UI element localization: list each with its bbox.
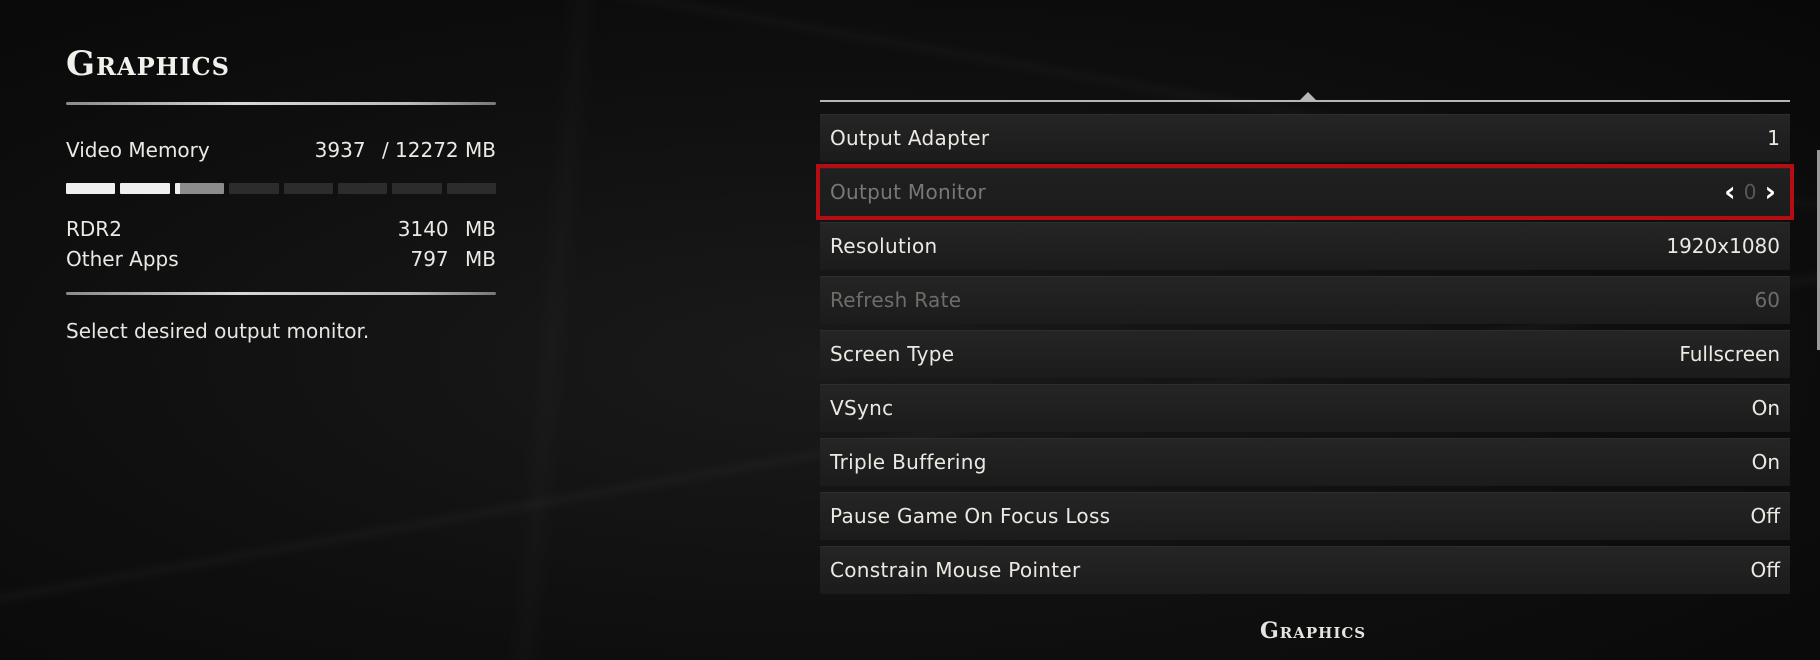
setting-output-monitor[interactable]: Output Monitor ‹ 0 › [816, 164, 1794, 220]
setting-pause-game-on-focus-loss[interactable]: Pause Game On Focus Loss Off [820, 492, 1790, 540]
rdr2-memory-row: RDR2 3140 MB [66, 214, 496, 244]
video-memory-bar [66, 183, 496, 194]
other-apps-values: 797 MB [400, 244, 496, 274]
memory-bar-segment [446, 183, 496, 194]
setting-resolution[interactable]: Resolution 1920x1080 [820, 222, 1790, 270]
divider [66, 292, 496, 295]
memory-bar-segment [174, 183, 225, 194]
setting-value: Fullscreen [1679, 342, 1780, 366]
other-apps-label: Other Apps [66, 247, 179, 271]
rdr2-values: 3140 MB [388, 214, 496, 244]
setting-label: Output Monitor [830, 180, 987, 204]
chevron-left-icon[interactable]: ‹ [1720, 178, 1740, 206]
help-text: Select desired output monitor. [66, 319, 370, 343]
memory-bar-segment [66, 183, 116, 194]
settings-list: Output Adapter 1 Output Monitor ‹ 0 › Re… [816, 92, 1794, 600]
video-memory-label: Video Memory [66, 138, 210, 162]
setting-screen-type[interactable]: Screen Type Fullscreen [820, 330, 1790, 378]
setting-label: Screen Type [830, 342, 955, 366]
setting-refresh-rate: Refresh Rate 60 [820, 276, 1790, 324]
setting-label: Triple Buffering [830, 450, 987, 474]
chevron-right-icon[interactable]: › [1760, 178, 1780, 206]
setting-label: Refresh Rate [830, 288, 962, 312]
setting-value: 1920x1080 [1666, 234, 1780, 258]
rdr2-unit: MB [465, 217, 496, 241]
setting-label: Pause Game On Focus Loss [830, 504, 1111, 528]
setting-value: On [1751, 450, 1780, 474]
settings-header-line [820, 92, 1790, 106]
video-memory-total: / 12272 MB [381, 138, 496, 162]
setting-value: On [1751, 396, 1780, 420]
setting-output-adapter[interactable]: Output Adapter 1 [820, 114, 1790, 162]
setting-triple-buffering[interactable]: Triple Buffering On [820, 438, 1790, 486]
memory-bar-segment [120, 183, 170, 194]
setting-value: Off [1750, 504, 1780, 528]
setting-label: Constrain Mouse Pointer [830, 558, 1081, 582]
memory-bar-segment [392, 183, 442, 194]
video-memory-used: 3937 [314, 138, 366, 162]
memory-bar-segment [229, 183, 279, 194]
setting-label: Resolution [830, 234, 938, 258]
rdr2-value: 3140 [397, 217, 449, 241]
info-panel: Graphics Video Memory 3937 / 12272 MB RD… [66, 40, 496, 343]
video-memory-values: 3937 / 12272 MB [305, 135, 496, 165]
setting-value-selector: ‹ 0 › [1720, 178, 1780, 206]
panel-title: Graphics [66, 44, 230, 84]
setting-value: 60 [1754, 288, 1780, 312]
setting-constrain-mouse-pointer[interactable]: Constrain Mouse Pointer Off [820, 546, 1790, 594]
memory-bar-segment [337, 183, 388, 194]
setting-label: Output Adapter [830, 126, 990, 150]
memory-bar-segment [283, 183, 333, 194]
setting-value: 1 [1767, 126, 1780, 150]
other-apps-unit: MB [465, 247, 496, 271]
setting-label: VSync [830, 396, 894, 420]
video-memory-row: Video Memory 3937 / 12272 MB [66, 135, 496, 165]
other-apps-memory-row: Other Apps 797 MB [66, 244, 496, 274]
divider [66, 102, 496, 105]
rdr2-label: RDR2 [66, 217, 122, 241]
footer-section-title: Graphics [1260, 618, 1367, 644]
setting-vsync[interactable]: VSync On [820, 384, 1790, 432]
setting-value: Off [1750, 558, 1780, 582]
other-apps-value: 797 [410, 247, 449, 271]
setting-value: 0 [1743, 180, 1757, 204]
